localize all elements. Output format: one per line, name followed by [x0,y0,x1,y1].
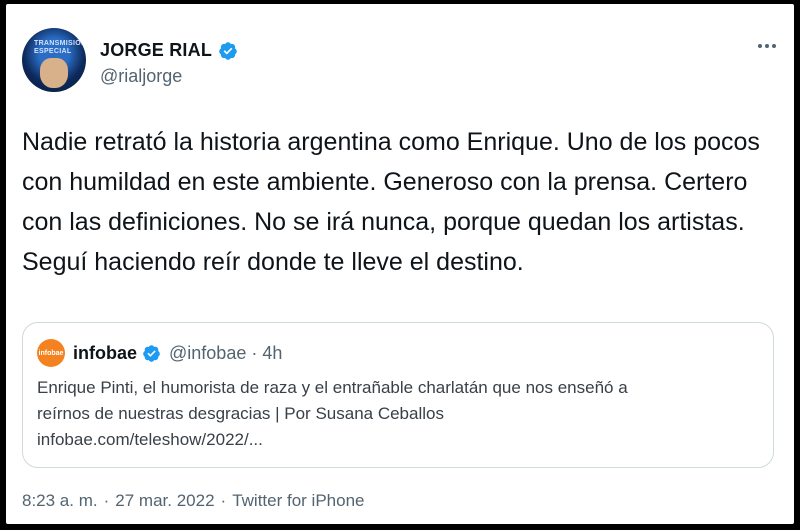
author-name-row: JORGE RIAL [100,40,238,61]
quoted-tweet[interactable]: infobae infobae @infobae · 4h Enrique Pi… [22,322,774,468]
quoted-link[interactable]: infobae.com/teleshow/2022/... [37,427,757,453]
footer-separator: · [103,491,110,510]
quoted-body-line: reírnos de nuestras desgracias | Por Sus… [37,404,444,423]
tweet-text: Nadie retrató la historia argentina como… [22,128,760,276]
quoted-author-handle[interactable]: @infobae [169,343,246,364]
author-handle[interactable]: @rialjorge [100,66,182,87]
tweet-date[interactable]: 27 mar. 2022 [115,491,214,511]
quoted-tweet-body: Enrique Pinti, el humorista de raza y el… [37,375,757,453]
quoted-author-name[interactable]: infobae [73,343,137,364]
quoted-timestamp[interactable]: 4h [262,343,282,364]
tweet-header: TRANSMISIÓN ESPECIAL JORGE RIAL @rialjor… [22,28,782,98]
avatar-overlay-text: TRANSMISIÓN ESPECIAL [34,40,86,55]
quoted-tweet-header: infobae infobae @infobae · 4h [37,339,282,367]
author-display-name[interactable]: JORGE RIAL [100,40,212,61]
footer-separator: · [220,491,227,510]
more-dot [772,44,776,48]
more-horizontal-icon[interactable] [758,44,776,48]
tweet-time[interactable]: 8:23 a. m. [22,491,98,511]
author-avatar[interactable]: TRANSMISIÓN ESPECIAL [22,28,86,92]
quoted-avatar-text: infobae [38,349,64,357]
verified-badge-icon [143,344,160,362]
quoted-separator: · [251,342,258,363]
more-dot [758,44,762,48]
verified-badge-icon [219,41,237,60]
tweet-source[interactable]: Twitter for iPhone [232,491,364,511]
tweet-card: TRANSMISIÓN ESPECIAL JORGE RIAL @rialjor… [6,4,794,524]
quoted-body-line: Enrique Pinti, el humorista de raza y el… [37,378,628,397]
tweet-footer: 8:23 a. m. · 27 mar. 2022 · Twitter for … [22,491,364,511]
quoted-author-avatar[interactable]: infobae [37,339,65,367]
more-dot [765,44,769,48]
avatar-face [40,58,68,88]
